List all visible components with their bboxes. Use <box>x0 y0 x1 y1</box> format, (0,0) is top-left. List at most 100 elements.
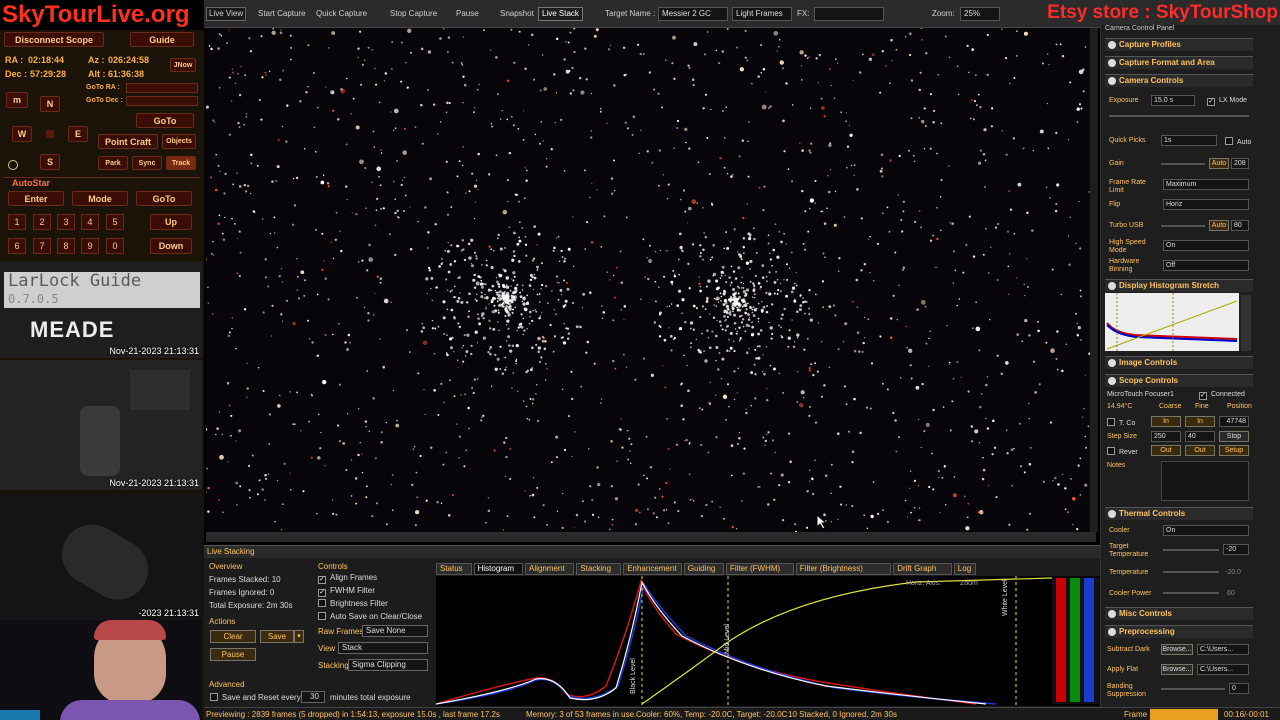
tab-stacking[interactable]: Stacking <box>576 563 622 575</box>
digit-button[interactable]: 9 <box>81 238 99 254</box>
fine-step-input[interactable]: 40 <box>1185 431 1215 442</box>
park-button[interactable]: Park <box>98 156 128 170</box>
tab-alignment[interactable]: Alignment <box>525 563 575 575</box>
align-frames-checkbox[interactable]: ✓ Align Frames <box>318 573 377 584</box>
tab-enhancement[interactable]: Enhancement <box>623 563 682 575</box>
track-button[interactable]: Track <box>166 156 196 170</box>
capture-format-section[interactable]: Capture Format and Area <box>1105 56 1253 69</box>
goto-dec-input[interactable] <box>126 96 198 106</box>
center-stop-icon[interactable] <box>46 130 54 138</box>
guide-button[interactable]: Guide <box>130 32 194 47</box>
digit-button[interactable]: 5 <box>106 214 124 230</box>
dark-browse-button[interactable]: Browse... <box>1161 644 1193 655</box>
save-reset-checkbox[interactable]: Save and Reset every <box>210 693 301 702</box>
autostar-up-button[interactable]: Up <box>150 214 192 230</box>
live-stack-button[interactable]: Live Stack <box>538 7 583 21</box>
dark-path-select[interactable]: C:\Users... <box>1197 644 1249 655</box>
hardware-binning-select[interactable]: Off <box>1163 260 1249 271</box>
disconnect-scope-button[interactable]: Disconnect Scope <box>4 32 104 47</box>
focuser-setup-button[interactable]: Setup <box>1219 445 1249 456</box>
scope-controls-section[interactable]: Scope Controls <box>1105 374 1253 387</box>
zoom-toggle[interactable]: Zoom <box>960 580 978 587</box>
gain-auto-button[interactable]: Auto <box>1209 158 1229 169</box>
autostar-mode-button[interactable]: Mode <box>72 191 128 206</box>
tab-drift-graph[interactable]: Drift Graph <box>893 563 952 575</box>
tab-guiding[interactable]: Guiding <box>683 563 724 575</box>
save-button[interactable]: Save <box>260 630 294 643</box>
autostar-goto-button[interactable]: GoTo <box>136 191 192 206</box>
frame-rate-select[interactable]: Maximum <box>1163 179 1249 190</box>
view-select[interactable]: Stack <box>338 642 428 654</box>
preprocessing-section[interactable]: Preprocessing <box>1105 625 1253 638</box>
auto-checkbox[interactable]: Auto <box>1225 137 1251 147</box>
exposure-slider[interactable] <box>1109 115 1249 117</box>
save-dropdown-icon[interactable]: ▾ <box>294 630 304 643</box>
cooler-select[interactable]: On <box>1163 525 1249 536</box>
zoom-select[interactable]: 25% <box>960 7 1000 21</box>
horizontal-scrollbar[interactable] <box>206 532 1096 542</box>
blue-level-meter[interactable] <box>1084 578 1094 702</box>
east-button[interactable]: E <box>68 126 88 142</box>
fine-out-button[interactable]: Out <box>1185 445 1215 456</box>
m-button[interactable]: m <box>6 92 28 108</box>
high-speed-mode-select[interactable]: On <box>1163 240 1249 251</box>
target-name-select[interactable]: Messier 2 GC <box>658 7 728 21</box>
tab-filter-fwhm[interactable]: Filter (FWHM) <box>726 563 794 575</box>
camera-controls-section[interactable]: Camera Controls <box>1105 74 1253 87</box>
stop-capture-button[interactable]: Stop Capture <box>390 8 437 20</box>
rgb-level-meters[interactable] <box>1052 578 1100 704</box>
banding-slider[interactable] <box>1161 688 1225 690</box>
frame-type-select[interactable]: Light Frames <box>732 7 792 21</box>
digit-button[interactable]: 4 <box>81 214 99 230</box>
goto-button[interactable]: GoTo <box>136 113 194 128</box>
reverse-checkbox[interactable]: Rever <box>1107 447 1138 457</box>
start-capture-button[interactable]: Start Capture <box>258 8 306 20</box>
display-histogram-chart[interactable] <box>1105 293 1239 351</box>
digit-button[interactable]: 1 <box>8 214 26 230</box>
fx-select[interactable] <box>814 7 884 21</box>
coarse-out-button[interactable]: Out <box>1151 445 1181 456</box>
clear-button[interactable]: Clear <box>210 630 256 643</box>
digit-button[interactable]: 6 <box>8 238 26 254</box>
fwhm-filter-checkbox[interactable]: ✓ FWHM Filter <box>318 586 375 597</box>
live-image-view[interactable] <box>206 28 1090 532</box>
digit-button[interactable]: 7 <box>33 238 51 254</box>
turbo-usb-value[interactable]: 80 <box>1231 220 1249 231</box>
autostar-down-button[interactable]: Down <box>150 238 192 254</box>
west-button[interactable]: W <box>12 126 32 142</box>
turbo-usb-slider[interactable] <box>1161 225 1205 227</box>
jnow-button[interactable]: JNow <box>170 58 196 72</box>
thermal-controls-section[interactable]: Thermal Controls <box>1105 507 1253 520</box>
target-temperature-slider[interactable] <box>1163 549 1219 551</box>
gain-slider[interactable] <box>1161 163 1205 165</box>
save-reset-minutes-input[interactable]: 30 <box>301 691 325 703</box>
target-temperature-value[interactable]: -20 <box>1223 544 1249 555</box>
connected-checkbox[interactable]: ✓ Connected <box>1199 391 1245 400</box>
snapshot-button[interactable]: Snapshot <box>500 8 534 20</box>
flip-select[interactable]: Horiz <box>1163 199 1249 210</box>
raw-frames-select[interactable]: Save None <box>362 625 428 637</box>
histogram-tools[interactable] <box>1241 295 1251 351</box>
autosave-checkbox[interactable]: Auto Save on Clear/Close <box>318 612 422 621</box>
brightness-filter-checkbox[interactable]: Brightness Filter <box>318 599 388 608</box>
fine-in-button[interactable]: In <box>1185 416 1215 427</box>
temp-comp-checkbox[interactable]: T. Co <box>1107 418 1135 428</box>
misc-controls-section[interactable]: Misc Controls <box>1105 607 1253 620</box>
capture-profiles-section[interactable]: Capture Profiles <box>1105 38 1253 51</box>
coarse-in-button[interactable]: In <box>1151 416 1181 427</box>
banding-value[interactable]: 0 <box>1229 683 1249 694</box>
exposure-input[interactable]: 15.0 s <box>1151 95 1195 106</box>
pause-button[interactable]: Pause <box>456 8 479 20</box>
image-controls-section[interactable]: Image Controls <box>1105 356 1253 369</box>
quick-picks-select[interactable]: 1s <box>1161 135 1217 146</box>
goto-ra-input[interactable] <box>126 83 198 93</box>
quick-capture-button[interactable]: Quick Capture <box>316 8 367 20</box>
objects-button[interactable]: Objects <box>162 134 196 149</box>
sync-button[interactable]: Sync <box>132 156 162 170</box>
flat-browse-button[interactable]: Browse... <box>1161 664 1193 675</box>
gain-value[interactable]: 208 <box>1231 158 1249 169</box>
coarse-step-input[interactable]: 250 <box>1151 431 1181 442</box>
red-level-meter[interactable] <box>1056 578 1066 702</box>
tab-status[interactable]: Status <box>436 563 472 575</box>
point-craft-button[interactable]: Point Craft <box>98 134 158 149</box>
